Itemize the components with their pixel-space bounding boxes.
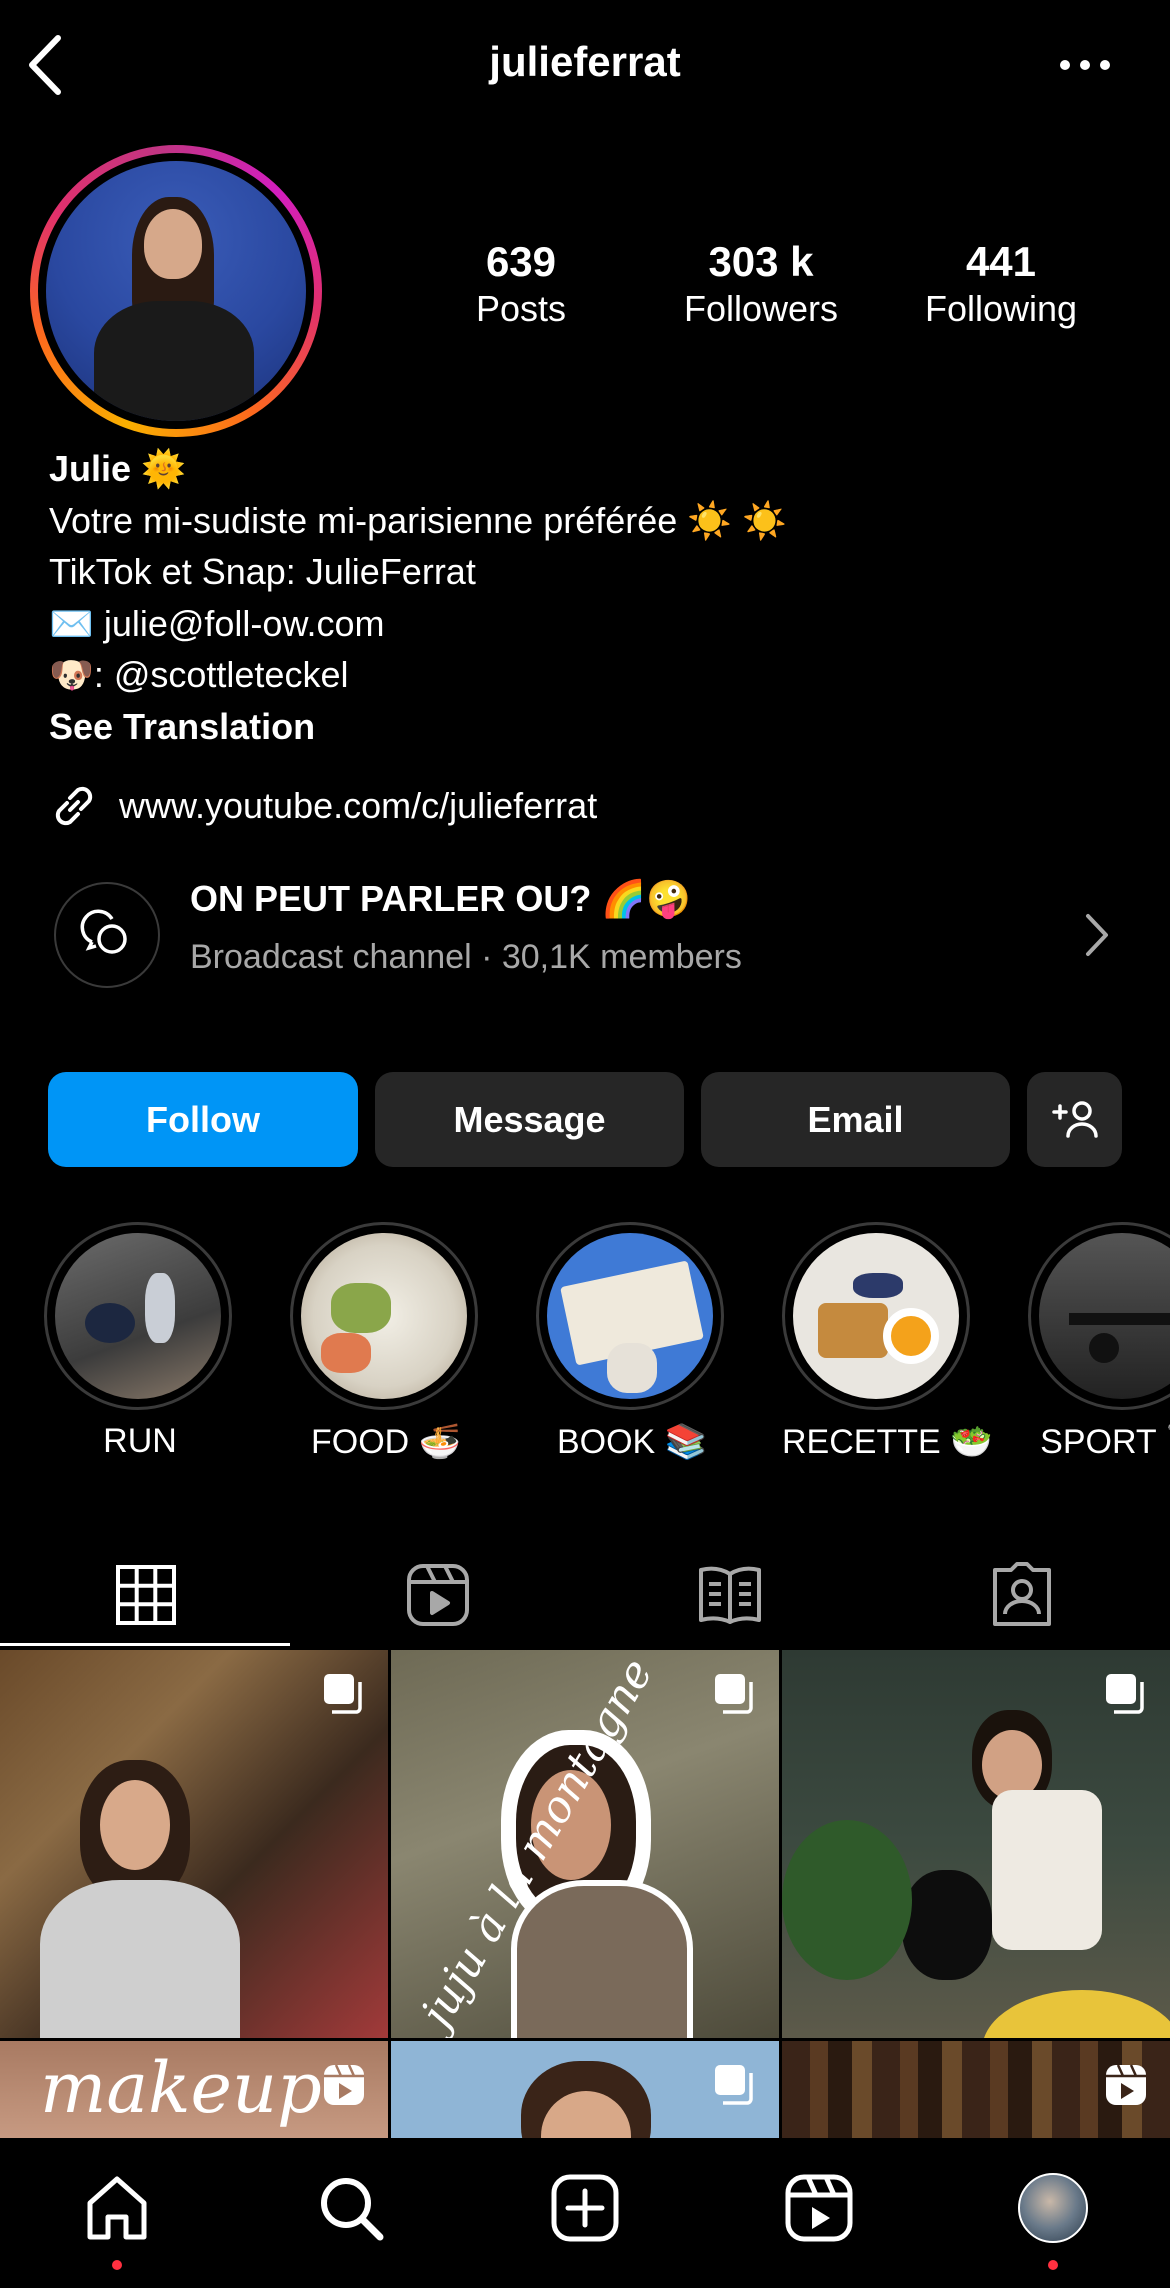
stat-posts[interactable]: 639 Posts [421,238,621,330]
nav-profile[interactable] [1013,2168,1093,2248]
carousel-icon [715,1674,753,1714]
tab-posts-grid[interactable] [0,1545,292,1645]
highlight-label: BOOK 📚 [556,1423,708,1461]
avatar-story-ring[interactable] [30,145,322,437]
more-horizontal-icon[interactable] [1055,50,1115,80]
reel-icon [324,2064,364,2105]
nav-search[interactable] [311,2168,391,2248]
reels-icon [785,2174,853,2242]
bio-line: TikTok et Snap: JulieFerrat [49,551,476,592]
grid-post-5[interactable] [391,2041,779,2138]
highlight-sport[interactable]: SPORT 🏋 [1028,1222,1170,1462]
tagged-icon [993,1562,1051,1626]
highlight-label: SPORT 🏋 [1040,1423,1170,1461]
highlight-recette[interactable]: RECETTE 🥗 [782,1222,993,1462]
profile-username: julieferrat [489,38,681,85]
following-count: 441 [965,238,1037,285]
posts-label: Posts [475,288,567,329]
broadcast-title[interactable]: ON PEUT PARLER OU? 🌈🤪 [190,878,691,920]
grid-post-3[interactable] [782,1650,1170,2038]
stat-followers[interactable]: 303 k Followers [661,238,861,330]
followers-count: 303 k [708,238,814,285]
reels-icon [407,1564,469,1626]
display-name: Julie 🌞 [49,448,186,489]
see-translation-link[interactable]: See Translation [49,701,1149,753]
bottom-nav [0,2138,1170,2288]
grid-icon [116,1565,176,1625]
avatar [46,161,306,421]
carousel-icon [324,1674,362,1714]
bio-line[interactable]: 🐶: @scottleteckel [49,649,1149,701]
highlight-food[interactable]: FOOD 🍜 [290,1222,482,1462]
bio-line: Votre mi-sudiste mi-parisienne préférée … [49,499,787,541]
external-link[interactable]: www.youtube.com/c/julieferrat [49,778,597,834]
email-button[interactable]: Email [701,1072,1010,1167]
profile-avatar [1018,2173,1088,2243]
nav-home[interactable] [77,2168,157,2248]
highlight-label: RUN [103,1422,177,1460]
follow-button[interactable]: Follow [48,1072,358,1167]
grid-post-1[interactable] [0,1650,388,2038]
active-tab-indicator [0,1643,290,1646]
posts-count: 639 [485,238,557,285]
grid-post-4[interactable]: makeup [0,2041,388,2138]
broadcast-channel-icon [80,909,127,954]
post-overlay-text: makeup [40,2047,322,2129]
search-icon [321,2178,384,2241]
grid-post-2[interactable]: juju à la montagne [391,1650,779,2038]
profile-notification-dot [1048,2260,1058,2270]
chevron-right-icon[interactable] [1082,910,1112,960]
followers-label: Followers [683,288,839,329]
add-post-icon [551,2174,619,2242]
link-icon [55,786,93,826]
home-notification-dot [112,2260,122,2270]
broadcast-subtitle: Broadcast channel · 30,1K members [190,938,742,976]
message-button[interactable]: Message [375,1072,684,1167]
highlight-label: FOOD 🍜 [311,1423,461,1461]
highlight-book[interactable]: BOOK 📚 [536,1222,728,1462]
bio: Julie 🌞 Votre mi-sudiste mi-parisienne p… [49,443,1149,752]
carousel-icon [1106,1674,1144,1714]
tab-tagged[interactable] [876,1545,1168,1645]
highlight-run[interactable]: RUN [44,1222,236,1461]
home-icon [87,2176,147,2240]
highlight-label: RECETTE 🥗 [782,1423,993,1461]
following-label: Following [924,288,1078,329]
bio-line: ✉️ julie@foll-ow.com [49,602,385,644]
tab-guides[interactable] [584,1545,876,1645]
add-person-icon [1051,1100,1098,1138]
link-text[interactable]: www.youtube.com/c/julieferrat [119,785,597,827]
guides-icon [699,1566,761,1624]
suggested-people-button[interactable] [1027,1072,1122,1167]
nav-create[interactable] [545,2168,625,2248]
carousel-icon [715,2065,753,2105]
tab-reels[interactable] [292,1545,584,1645]
nav-reels[interactable] [779,2168,859,2248]
grid-post-6[interactable] [782,2041,1170,2138]
top-bar: julieferrat [0,0,1170,130]
reel-icon [1106,2064,1146,2105]
broadcast-channel-icon-wrap[interactable] [54,882,160,988]
stat-following[interactable]: 441 Following [901,238,1101,330]
